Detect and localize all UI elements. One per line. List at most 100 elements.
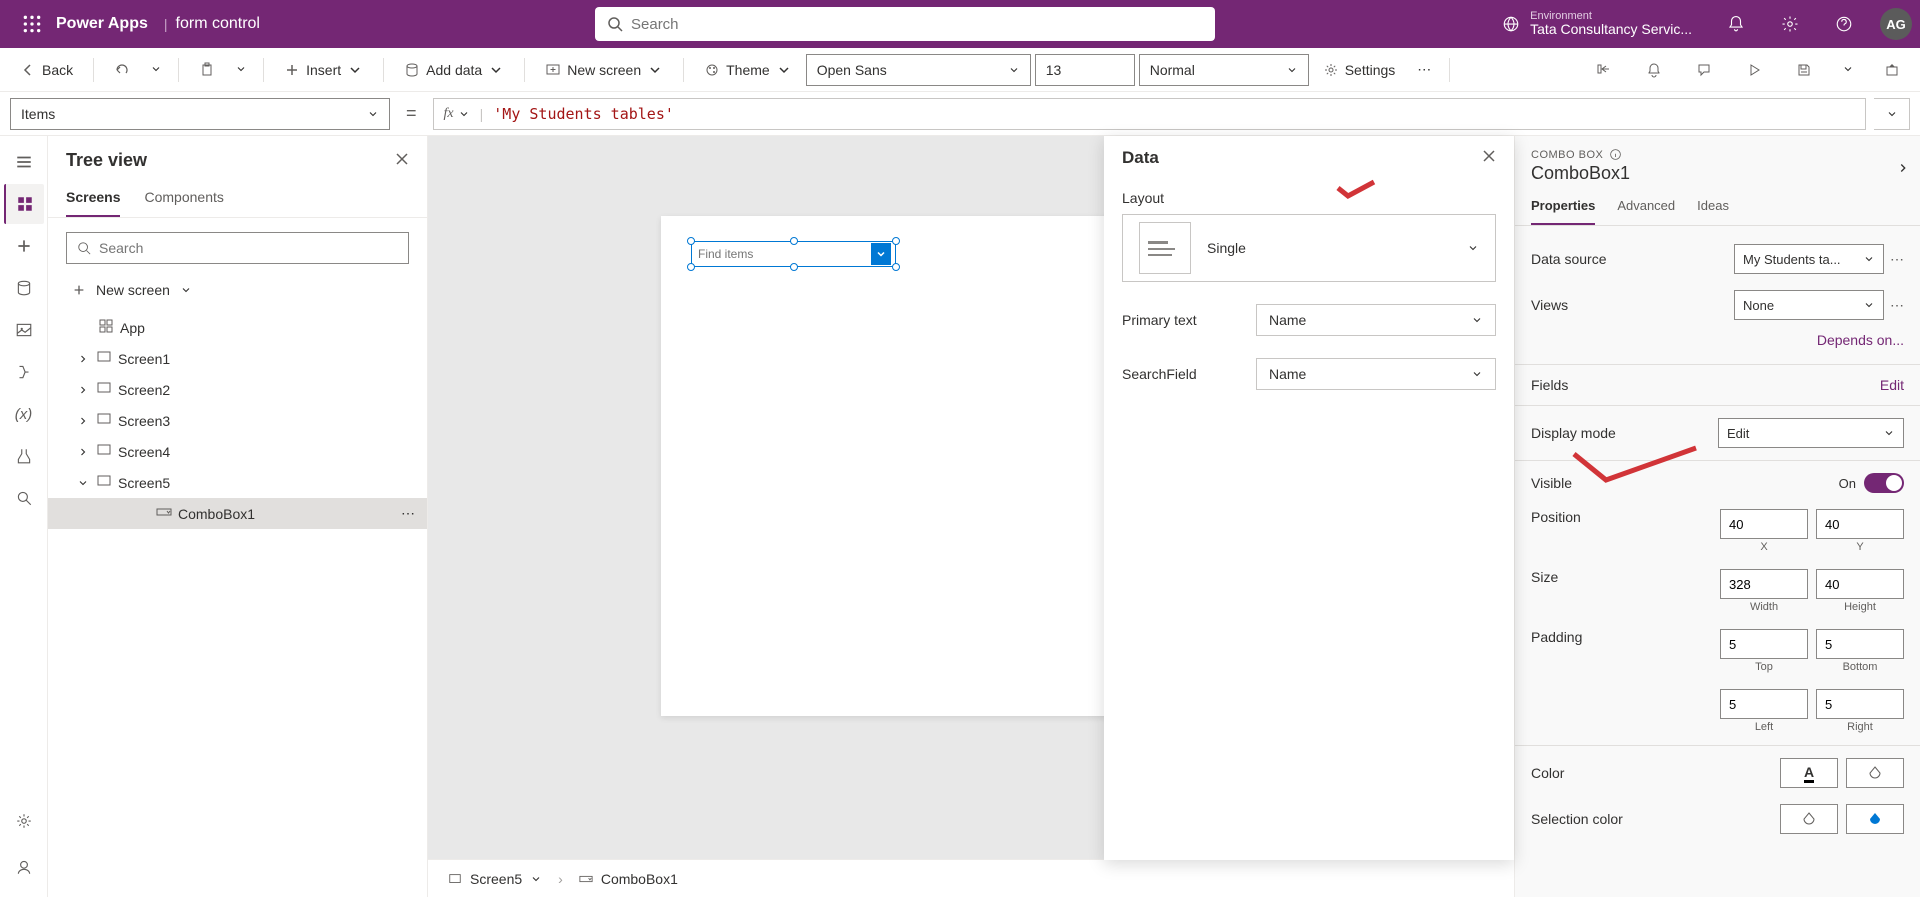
insert-button[interactable]: Insert xyxy=(274,56,373,84)
info-icon[interactable] xyxy=(1609,148,1622,161)
tree-node-screen1[interactable]: Screen1 xyxy=(48,343,427,374)
rail-virtualagent[interactable] xyxy=(4,847,44,887)
checker-button[interactable] xyxy=(1636,56,1672,84)
formula-input[interactable]: fx | 'My Students tables' xyxy=(433,98,1866,130)
newscreen-button[interactable]: New screen xyxy=(535,56,673,84)
save-button[interactable] xyxy=(1786,56,1822,84)
resize-handle[interactable] xyxy=(790,237,798,245)
font-family-select[interactable]: Open Sans xyxy=(806,54,1031,86)
proptab-advanced[interactable]: Advanced xyxy=(1617,198,1675,225)
settings-button[interactable] xyxy=(1772,6,1808,42)
tree-search-input[interactable] xyxy=(99,240,398,256)
resize-handle[interactable] xyxy=(790,263,798,271)
adddata-button[interactable]: Add data xyxy=(394,56,514,84)
rail-settings[interactable] xyxy=(4,801,44,841)
rail-flows[interactable] xyxy=(4,352,44,392)
rail-tools[interactable] xyxy=(4,436,44,476)
data-panel-close[interactable] xyxy=(1482,148,1496,168)
comments-button[interactable] xyxy=(1686,56,1722,84)
tree-node-screen5[interactable]: Screen5 xyxy=(48,467,427,498)
canvas-combobox[interactable]: Find items xyxy=(691,241,896,267)
tree-node-screen4[interactable]: Screen4 xyxy=(48,436,427,467)
panel-expand[interactable] xyxy=(1896,161,1910,178)
property-selector[interactable]: Items xyxy=(10,98,390,130)
share-button[interactable] xyxy=(1586,56,1622,84)
tree-newscreen[interactable]: New screen xyxy=(48,274,427,306)
rail-data[interactable] xyxy=(4,268,44,308)
proptab-properties[interactable]: Properties xyxy=(1531,198,1595,225)
prop-selfillcolor[interactable] xyxy=(1846,804,1904,834)
primarytext-select[interactable]: Name xyxy=(1256,304,1496,336)
chevron-right-icon[interactable] xyxy=(76,446,90,458)
undo-dropdown[interactable] xyxy=(144,56,168,84)
help-button[interactable] xyxy=(1826,6,1862,42)
font-weight-select[interactable]: Normal xyxy=(1139,54,1309,86)
rail-search[interactable] xyxy=(4,478,44,518)
prop-visible-toggle[interactable] xyxy=(1864,473,1904,493)
font-size-input[interactable]: 13 xyxy=(1035,54,1135,86)
combobox-chevron[interactable] xyxy=(871,243,891,265)
prop-datasource-select[interactable]: My Students ta... xyxy=(1734,244,1884,274)
publish-button[interactable] xyxy=(1874,56,1910,84)
prop-width-input[interactable] xyxy=(1720,569,1808,599)
prop-fillcolor[interactable] xyxy=(1846,758,1904,788)
tree-node-app[interactable]: App xyxy=(48,312,427,343)
tree-node-screen2[interactable]: Screen2 xyxy=(48,374,427,405)
play-button[interactable] xyxy=(1736,56,1772,84)
rail-variables[interactable]: (x) xyxy=(4,394,44,434)
undo-button[interactable] xyxy=(104,56,140,84)
rail-media[interactable] xyxy=(4,310,44,350)
global-search[interactable] xyxy=(595,7,1215,41)
formula-expand[interactable] xyxy=(1874,98,1910,130)
back-button[interactable]: Back xyxy=(10,56,83,84)
searchfield-select[interactable]: Name xyxy=(1256,358,1496,390)
theme-button[interactable]: Theme xyxy=(694,56,802,84)
more-commands[interactable]: ⋯ xyxy=(1409,55,1439,84)
prop-datasource-more[interactable]: ⋯ xyxy=(1890,251,1904,268)
chevron-down-icon[interactable] xyxy=(76,477,90,489)
search-input[interactable] xyxy=(631,16,1203,33)
chevron-down-icon[interactable] xyxy=(530,873,542,885)
prop-y-input[interactable] xyxy=(1816,509,1904,539)
chevron-right-icon[interactable] xyxy=(76,415,90,427)
paste-button[interactable] xyxy=(189,56,225,84)
rail-hamburger[interactable] xyxy=(4,142,44,182)
resize-handle[interactable] xyxy=(892,263,900,271)
rail-insert[interactable] xyxy=(4,226,44,266)
tab-components[interactable]: Components xyxy=(144,181,223,217)
prop-padbottom-input[interactable] xyxy=(1816,629,1904,659)
notifications-button[interactable] xyxy=(1718,6,1754,42)
treeview-close[interactable] xyxy=(395,152,409,169)
fx-dropdown-icon[interactable] xyxy=(458,108,470,120)
prop-fontcolor[interactable]: A xyxy=(1780,758,1838,788)
tree-node-combobox1[interactable]: ComboBox1 ⋯ xyxy=(48,498,427,529)
chevron-right-icon[interactable] xyxy=(76,384,90,396)
prop-padleft-input[interactable] xyxy=(1720,689,1808,719)
prop-views-select[interactable]: None xyxy=(1734,290,1884,320)
prop-height-input[interactable] xyxy=(1816,569,1904,599)
save-dropdown[interactable] xyxy=(1836,56,1860,84)
chevron-right-icon[interactable] xyxy=(76,353,90,365)
proptab-ideas[interactable]: Ideas xyxy=(1697,198,1729,225)
app-launcher[interactable] xyxy=(8,0,56,48)
tab-screens[interactable]: Screens xyxy=(66,181,120,217)
prop-fields-edit[interactable]: Edit xyxy=(1880,377,1904,393)
depends-on-link[interactable]: Depends on... xyxy=(1531,328,1904,360)
prop-padright-input[interactable] xyxy=(1816,689,1904,719)
resize-handle[interactable] xyxy=(687,263,695,271)
prop-x-input[interactable] xyxy=(1720,509,1808,539)
rail-treeview[interactable] xyxy=(4,184,44,224)
settings2-button[interactable]: Settings xyxy=(1313,56,1406,84)
environment-picker[interactable]: Environment Tata Consultancy Servic... xyxy=(1502,10,1692,37)
paste-dropdown[interactable] xyxy=(229,56,253,84)
prop-views-more[interactable]: ⋯ xyxy=(1890,297,1904,314)
resize-handle[interactable] xyxy=(892,237,900,245)
user-avatar[interactable]: AG xyxy=(1880,8,1912,40)
control-name[interactable]: ComboBox1 xyxy=(1531,163,1904,184)
layout-select[interactable]: Single xyxy=(1122,214,1496,282)
resize-handle[interactable] xyxy=(687,237,695,245)
breadcrumb-control[interactable]: ComboBox1 xyxy=(573,867,684,891)
prop-selfontcolor[interactable] xyxy=(1780,804,1838,834)
tree-node-screen3[interactable]: Screen3 xyxy=(48,405,427,436)
prop-padtop-input[interactable] xyxy=(1720,629,1808,659)
